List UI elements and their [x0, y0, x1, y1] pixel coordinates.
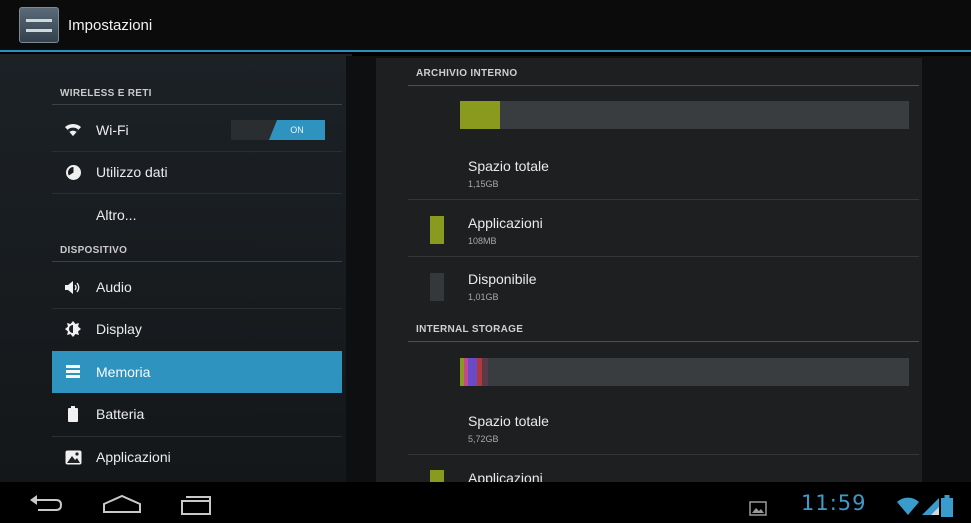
sidebar-item-label: Applicazioni [96, 449, 171, 465]
sidebar-item-display[interactable]: Display [52, 309, 342, 349]
sidebar-item-label: Memoria [96, 364, 151, 380]
sidebar-item-label: Batteria [96, 406, 145, 422]
wifi-icon [62, 123, 84, 137]
sidebar-item-label: Wi-Fi [96, 122, 129, 138]
row-title: Applicazioni [468, 470, 543, 482]
speaker-icon [62, 280, 84, 295]
signal-icon [922, 498, 939, 515]
back-icon[interactable] [28, 494, 64, 516]
row-divider [408, 199, 919, 200]
storage-usage-bar [460, 101, 909, 129]
storage-usage-bar [460, 358, 909, 386]
section-divider [408, 85, 919, 86]
status-clock: 11:59 [801, 491, 867, 515]
settings-icon[interactable] [19, 7, 59, 43]
row-divider [408, 454, 919, 455]
available-color-swatch [430, 273, 444, 301]
row-value: 5,72GB [468, 434, 499, 444]
row-title: Applicazioni [468, 215, 543, 231]
home-icon[interactable] [101, 494, 143, 516]
apps-color-swatch [430, 216, 444, 244]
section-divider [52, 261, 342, 262]
screenshot-notification-icon[interactable] [749, 501, 767, 516]
storage-usage-fill [460, 101, 501, 129]
sidebar-item-storage[interactable]: Memoria [52, 351, 342, 393]
sidebar-item-audio[interactable]: Audio [52, 267, 342, 307]
storage-icon [62, 365, 84, 379]
section-header-device: DISPOSITIVO [60, 245, 128, 256]
storage-section-header: INTERNAL STORAGE [416, 324, 524, 335]
row-value: 1,15GB [468, 179, 499, 189]
battery-status-icon [941, 495, 953, 517]
row-value: 108MB [468, 236, 497, 246]
section-divider [408, 341, 919, 342]
sidebar-item-label: Display [96, 321, 142, 337]
sidebar-item-battery[interactable]: Batteria [52, 394, 342, 434]
wifi-toggle[interactable]: ON [231, 120, 325, 140]
storage-pane: ARCHIVIO INTERNO Spazio totale 1,15GB Ap… [346, 56, 971, 482]
sidebar-item-data-usage[interactable]: Utilizzo dati [52, 152, 342, 192]
section-header-wireless: WIRELESS E RETI [60, 88, 152, 99]
brightness-icon [62, 321, 84, 337]
wifi-status-icon [897, 497, 919, 515]
row-divider [408, 256, 919, 257]
battery-icon [62, 406, 84, 422]
row-title: Spazio totale [468, 158, 549, 174]
storage-section-header: ARCHIVIO INTERNO [416, 68, 518, 79]
item-divider [52, 193, 342, 194]
usage-segment [482, 358, 488, 386]
usage-segment [468, 358, 477, 386]
sidebar-item-more[interactable]: Altro... [52, 195, 342, 235]
apps-color-swatch [430, 470, 444, 482]
row-title: Disponibile [468, 271, 537, 287]
sidebar-item-label: Audio [96, 279, 132, 295]
action-bar: Impostazioni [0, 0, 971, 52]
page-title: Impostazioni [68, 16, 153, 34]
row-value: 1,01GB [468, 292, 499, 302]
recent-apps-icon[interactable] [178, 495, 214, 517]
data-usage-icon [62, 164, 84, 180]
storage-panel: ARCHIVIO INTERNO Spazio totale 1,15GB Ap… [376, 58, 922, 482]
sidebar-item-label: Altro... [96, 207, 137, 223]
sidebar-item-label: Utilizzo dati [96, 164, 168, 180]
section-divider [52, 104, 342, 105]
sidebar-item-apps[interactable]: Applicazioni [52, 437, 342, 477]
row-title: Spazio totale [468, 413, 549, 429]
apps-icon [62, 450, 84, 465]
wifi-toggle-on: ON [269, 120, 325, 140]
